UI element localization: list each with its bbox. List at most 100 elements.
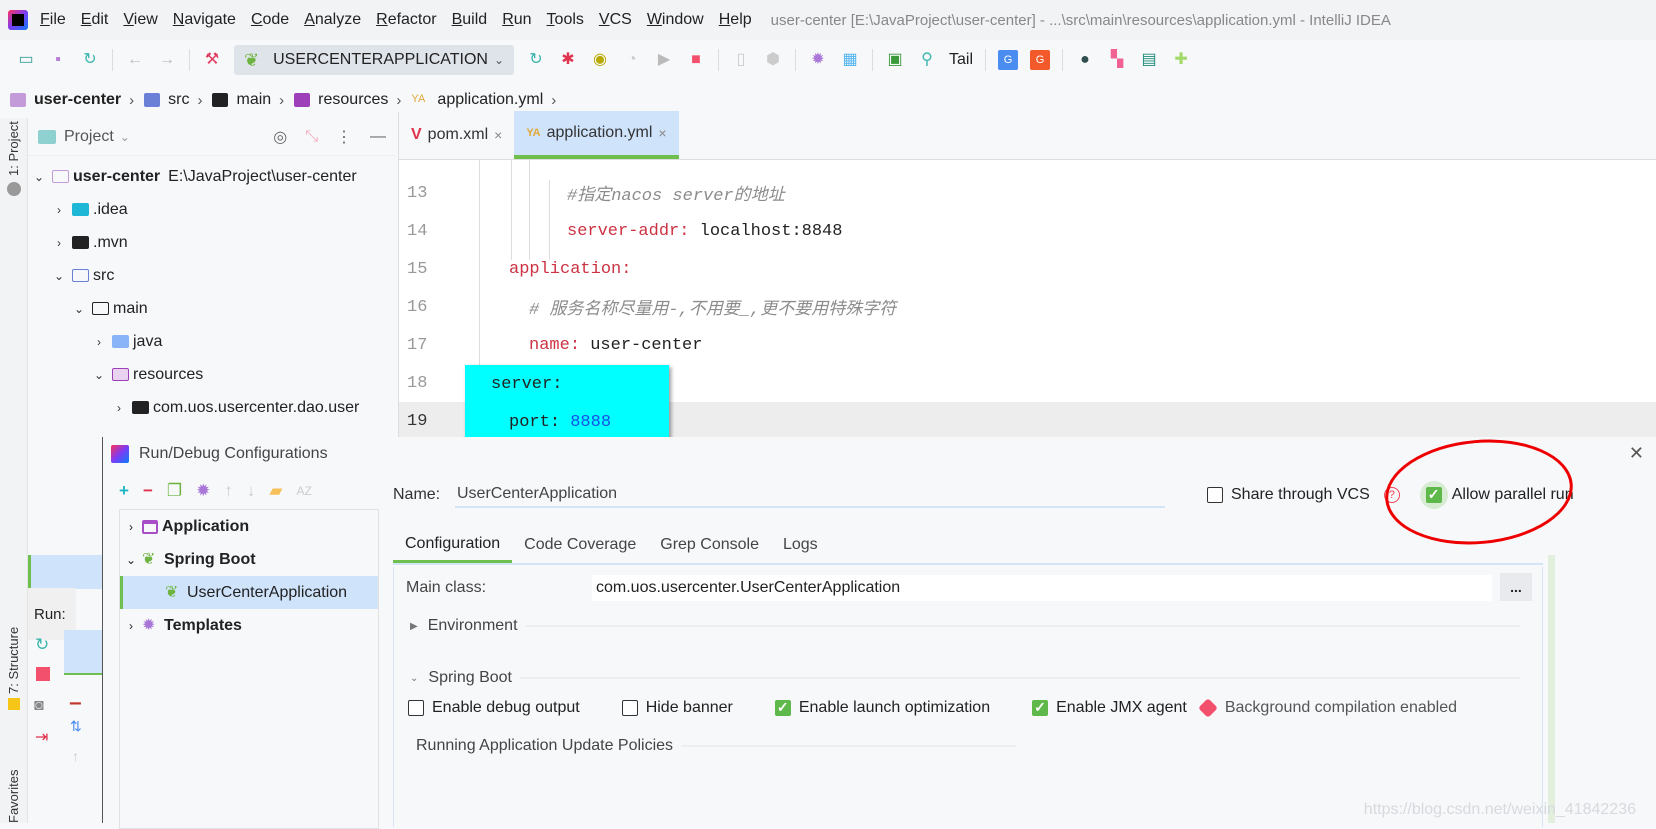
sort-alpha-icon[interactable]: AZ bbox=[296, 484, 311, 498]
console-tab[interactable] bbox=[64, 630, 102, 675]
menu-vcs[interactable]: VCS bbox=[599, 11, 632, 29]
tree-item-resources[interactable]: ⌄ resources bbox=[28, 358, 396, 391]
rerun-icon[interactable]: ↻ bbox=[35, 635, 49, 655]
checkbox-unchecked[interactable] bbox=[621, 700, 638, 716]
menu-run[interactable]: Run bbox=[502, 11, 531, 29]
menu-refactor[interactable]: Refactor bbox=[376, 11, 436, 29]
environment-section[interactable]: ▶ Environment bbox=[410, 617, 1520, 635]
expand-arrow-icon[interactable]: ⌄ bbox=[52, 269, 66, 283]
structure-icon[interactable]: ▦ bbox=[840, 50, 860, 70]
tree-item-src[interactable]: ⌄ src bbox=[28, 259, 396, 292]
run-config-selector[interactable]: ❦ USERCENTERAPPLICATION ⌄ bbox=[234, 45, 514, 75]
new-folder-icon[interactable]: ▰ bbox=[269, 481, 282, 501]
collapse-arrow-icon[interactable]: › bbox=[112, 401, 126, 415]
save-icon[interactable]: ▪ bbox=[48, 50, 68, 70]
open-folder-icon[interactable]: ▭ bbox=[16, 50, 36, 70]
checkbox-checked[interactable] bbox=[1032, 699, 1049, 716]
remove-icon[interactable]: − bbox=[143, 481, 153, 501]
checkbox-unchecked[interactable] bbox=[408, 700, 424, 716]
profile-icon[interactable]: ◔ bbox=[622, 50, 642, 70]
breadcrumb-item-src[interactable]: src bbox=[144, 91, 189, 109]
enable-debug-output-checkbox[interactable]: Enable debug output bbox=[408, 699, 580, 717]
stop-icon[interactable] bbox=[36, 667, 50, 681]
collapse-arrow-icon[interactable]: › bbox=[52, 236, 66, 250]
tab-code-coverage[interactable]: Code Coverage bbox=[512, 527, 648, 563]
tab-application-yml[interactable]: YA application.yml × bbox=[514, 111, 679, 159]
scrollbar[interactable] bbox=[1548, 555, 1555, 823]
expand-arrow-icon[interactable]: ⌄ bbox=[32, 170, 46, 184]
menu-window[interactable]: Window bbox=[647, 11, 704, 29]
move-up-icon[interactable]: ↑ bbox=[224, 481, 233, 501]
back-icon[interactable]: ← bbox=[125, 50, 145, 70]
screenshot-icon[interactable]: ◙ bbox=[34, 697, 44, 715]
menu-edit[interactable]: Edit bbox=[81, 11, 109, 29]
expand-arrow-icon[interactable]: ⌄ bbox=[120, 553, 142, 567]
collapse-all-icon[interactable]: ⤡ bbox=[305, 128, 318, 146]
menu-analyze[interactable]: Analyze bbox=[304, 11, 361, 29]
menu-tools[interactable]: Tools bbox=[547, 11, 584, 29]
menu-view[interactable]: View bbox=[123, 11, 157, 29]
expand-arrow-icon[interactable]: ⌄ bbox=[72, 302, 86, 316]
menu-build[interactable]: Build bbox=[452, 11, 488, 29]
settings-icon[interactable]: ✹ bbox=[808, 50, 828, 70]
menu-code[interactable]: Code bbox=[251, 11, 289, 29]
enable-jmx-agent-checkbox[interactable]: Enable JMX agent bbox=[1032, 699, 1187, 717]
browse-button[interactable]: ... bbox=[1500, 573, 1532, 601]
tree-item-mvn[interactable]: › .mvn bbox=[28, 226, 396, 259]
build-hammer-icon[interactable]: ⚒ bbox=[202, 50, 222, 70]
puzzle-icon[interactable]: ✚ bbox=[1171, 50, 1191, 70]
terminal-icon[interactable]: ▣ bbox=[885, 50, 905, 70]
project-view-selector[interactable]: Project bbox=[64, 128, 114, 146]
add-icon[interactable]: + bbox=[119, 481, 129, 501]
debug-icon[interactable]: ✱ bbox=[558, 50, 578, 70]
translate-alt-icon[interactable]: G bbox=[1030, 50, 1051, 70]
sort-icon[interactable]: ⇅ bbox=[70, 718, 82, 735]
config-group-templates[interactable]: › ✹ Templates bbox=[120, 609, 378, 642]
minimize-icon[interactable]: — bbox=[370, 128, 386, 146]
config-group-spring-boot[interactable]: ⌄ ❦ Spring Boot bbox=[120, 543, 378, 576]
collapse-arrow-icon[interactable]: › bbox=[52, 203, 66, 217]
locate-icon[interactable]: ◎ bbox=[273, 127, 287, 147]
clear-icon[interactable]: ▁ bbox=[70, 688, 81, 705]
menu-help[interactable]: Help bbox=[719, 11, 752, 29]
share-through-vcs-checkbox[interactable]: Share through VCS bbox=[1207, 486, 1370, 504]
close-icon[interactable]: × bbox=[658, 125, 666, 141]
structure-tool-tab[interactable]: 7: Structure bbox=[6, 627, 21, 694]
checkbox-checked[interactable] bbox=[774, 699, 791, 716]
hide-banner-checkbox[interactable]: Hide banner bbox=[621, 699, 733, 717]
enable-launch-optimization-checkbox[interactable]: Enable launch optimization bbox=[774, 699, 990, 717]
sync-icon[interactable]: ↻ bbox=[80, 50, 100, 70]
breadcrumb-item-user-center[interactable]: user-center bbox=[10, 91, 121, 109]
plugin-icon[interactable]: ▤ bbox=[1139, 50, 1159, 70]
collapse-arrow-icon[interactable]: › bbox=[92, 335, 106, 349]
move-down-icon[interactable]: ↓ bbox=[247, 481, 256, 501]
spring-boot-section[interactable]: ⌄ Spring Boot bbox=[410, 669, 1520, 687]
tab-logs[interactable]: Logs bbox=[771, 527, 830, 563]
close-icon[interactable]: × bbox=[494, 127, 502, 143]
translate-icon[interactable]: G bbox=[998, 50, 1019, 70]
collapse-arrow-icon[interactable]: › bbox=[120, 520, 142, 534]
stop-icon[interactable]: ■ bbox=[686, 50, 706, 70]
record-icon[interactable]: ● bbox=[1075, 50, 1095, 70]
exit-icon[interactable]: ⇥ bbox=[35, 727, 48, 747]
main-class-input[interactable]: com.uos.usercenter.UserCenterApplication bbox=[592, 575, 1492, 601]
rerun-icon[interactable]: ↻ bbox=[526, 50, 546, 70]
up-arrow-icon[interactable]: ↑ bbox=[72, 748, 79, 764]
device-icon[interactable]: ▯ bbox=[731, 50, 751, 70]
tree-item-dao-user[interactable]: › com.uos.usercenter.dao.user bbox=[28, 391, 396, 424]
checkbox-unchecked[interactable] bbox=[1207, 487, 1223, 503]
expand-arrow-icon[interactable]: ⌄ bbox=[92, 368, 106, 382]
forward-icon[interactable]: → bbox=[157, 50, 177, 70]
breadcrumb-item-resources[interactable]: resources bbox=[294, 91, 388, 109]
tree-item-idea[interactable]: › .idea bbox=[28, 193, 396, 226]
tail-button[interactable]: Tail bbox=[949, 51, 973, 69]
tree-item-java[interactable]: › java bbox=[28, 325, 396, 358]
search-icon[interactable]: ⚲ bbox=[917, 50, 937, 70]
layout-icon[interactable]: ▚ bbox=[1107, 50, 1127, 70]
name-input[interactable]: UserCenterApplication bbox=[455, 483, 1165, 508]
config-group-application[interactable]: › Application bbox=[120, 510, 378, 543]
project-tool-tab[interactable]: 1: Project bbox=[6, 121, 21, 176]
copy-icon[interactable]: ❐ bbox=[167, 481, 182, 501]
close-icon[interactable]: ✕ bbox=[1629, 443, 1644, 464]
deploy-icon[interactable]: ⬢ bbox=[763, 50, 783, 70]
